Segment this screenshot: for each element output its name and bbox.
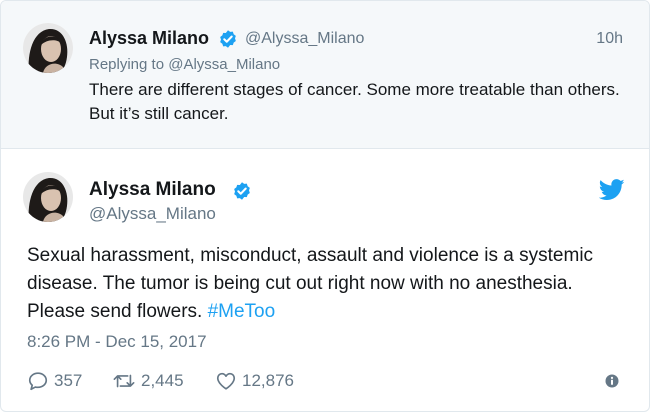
avatar-portrait-icon bbox=[23, 23, 73, 73]
retweet-count: 2,445 bbox=[141, 371, 184, 390]
author-handle[interactable]: @Alyssa_Milano bbox=[245, 30, 364, 48]
parent-tweet[interactable]: Alyssa Milano @Alyssa_Milano 10h Replyin… bbox=[1, 1, 649, 149]
twitter-bird-icon[interactable] bbox=[599, 179, 625, 201]
heart-icon bbox=[216, 372, 236, 390]
reply-context[interactable]: Replying to @Alyssa_Milano bbox=[89, 56, 280, 73]
reply-count: 357 bbox=[54, 371, 83, 390]
author-name[interactable]: Alyssa Milano bbox=[89, 28, 209, 49]
tweet-time[interactable]: 10h bbox=[596, 30, 623, 48]
avatar[interactable] bbox=[23, 172, 73, 222]
tweet-actions: 357 2,445 12,876 bbox=[27, 368, 627, 394]
author-handle[interactable]: @Alyssa_Milano bbox=[89, 204, 216, 224]
verified-badge-icon bbox=[234, 182, 250, 200]
tweet-timestamp[interactable]: 8:26 PM - Dec 15, 2017 bbox=[27, 332, 207, 352]
tweet-text: There are different stages of cancer. So… bbox=[89, 80, 620, 123]
verified-badge-icon bbox=[220, 30, 236, 48]
tweet-text: Sexual harassment, misconduct, assault a… bbox=[27, 242, 627, 326]
info-icon[interactable] bbox=[605, 374, 619, 388]
reply-button[interactable]: 357 bbox=[27, 368, 82, 394]
embedded-tweet-card: Alyssa Milano @Alyssa_Milano 10h Replyin… bbox=[0, 0, 650, 412]
tweet-body: Sexual harassment, misconduct, assault a… bbox=[27, 245, 594, 322]
author-name[interactable]: Alyssa Milano bbox=[89, 179, 216, 201]
like-button[interactable]: 12,876 bbox=[215, 368, 294, 394]
reply-icon bbox=[28, 372, 48, 391]
retweet-button[interactable]: 2,445 bbox=[112, 368, 184, 394]
avatar-portrait-icon bbox=[23, 172, 73, 222]
avatar[interactable] bbox=[23, 23, 73, 73]
retweet-icon bbox=[113, 374, 135, 388]
hashtag-link[interactable]: #MeToo bbox=[208, 301, 276, 322]
like-count: 12,876 bbox=[242, 371, 294, 390]
